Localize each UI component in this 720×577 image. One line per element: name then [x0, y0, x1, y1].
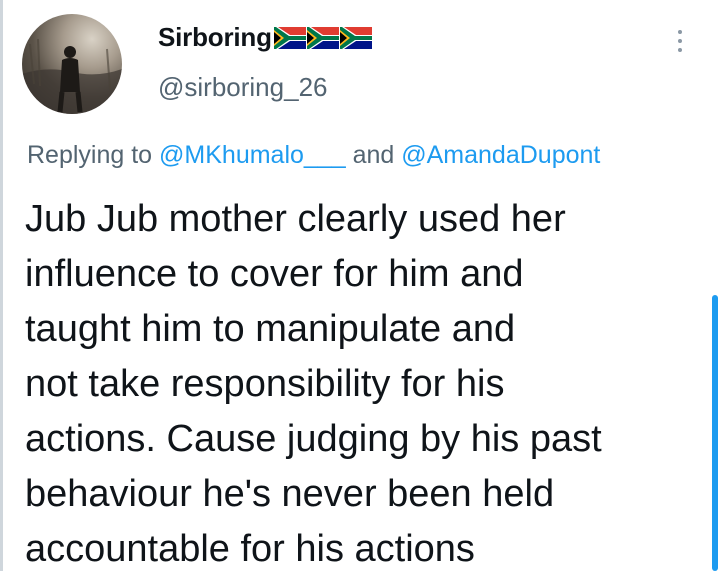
tweet-text-line: influence to cover for him and	[25, 253, 524, 295]
vertical-ellipsis-icon-dot	[678, 48, 682, 52]
mention-link-2[interactable]: @AmandaDupont	[401, 141, 600, 169]
avatar-photo	[22, 38, 122, 114]
scrollbar[interactable]	[712, 295, 718, 571]
replying-to-line: Replying to @MKhumalo___ and @AmandaDupo…	[27, 141, 600, 170]
replying-to-prefix: Replying to	[27, 141, 153, 169]
vertical-ellipsis-icon	[678, 30, 682, 34]
flag-emojis	[273, 26, 372, 49]
tweet-text-line: actions. Cause judging by his past	[25, 418, 602, 460]
vertical-ellipsis-icon-dot	[678, 39, 682, 43]
south-africa-flag-icon	[306, 26, 339, 49]
display-name[interactable]: Sirboring	[158, 22, 372, 53]
tweet-text-line: Jub Jub mother clearly used her	[25, 198, 566, 240]
tweet-card: Sirboring @sirboring_26 Replying to @MKh…	[0, 0, 720, 571]
tweet-text-line: accountable for his actions	[25, 528, 475, 570]
tweet-body: Jub Jub mother clearly used her influenc…	[25, 192, 705, 577]
tweet-text-line: not take responsibility for his	[25, 363, 505, 405]
more-options-button[interactable]	[668, 24, 692, 58]
mention-link-1[interactable]: @MKhumalo___	[159, 141, 346, 169]
south-africa-flag-icon	[273, 26, 306, 49]
user-handle[interactable]: @sirboring_26	[158, 72, 327, 103]
tweet-text-line: taught him to manipulate and	[25, 308, 516, 350]
south-africa-flag-icon	[339, 26, 372, 49]
thread-edge	[0, 0, 3, 571]
avatar[interactable]	[22, 14, 122, 114]
display-name-text: Sirboring	[158, 22, 272, 52]
tweet-text-line: behaviour he's never been held	[25, 473, 555, 515]
replying-to-conjunction: and	[352, 141, 395, 169]
